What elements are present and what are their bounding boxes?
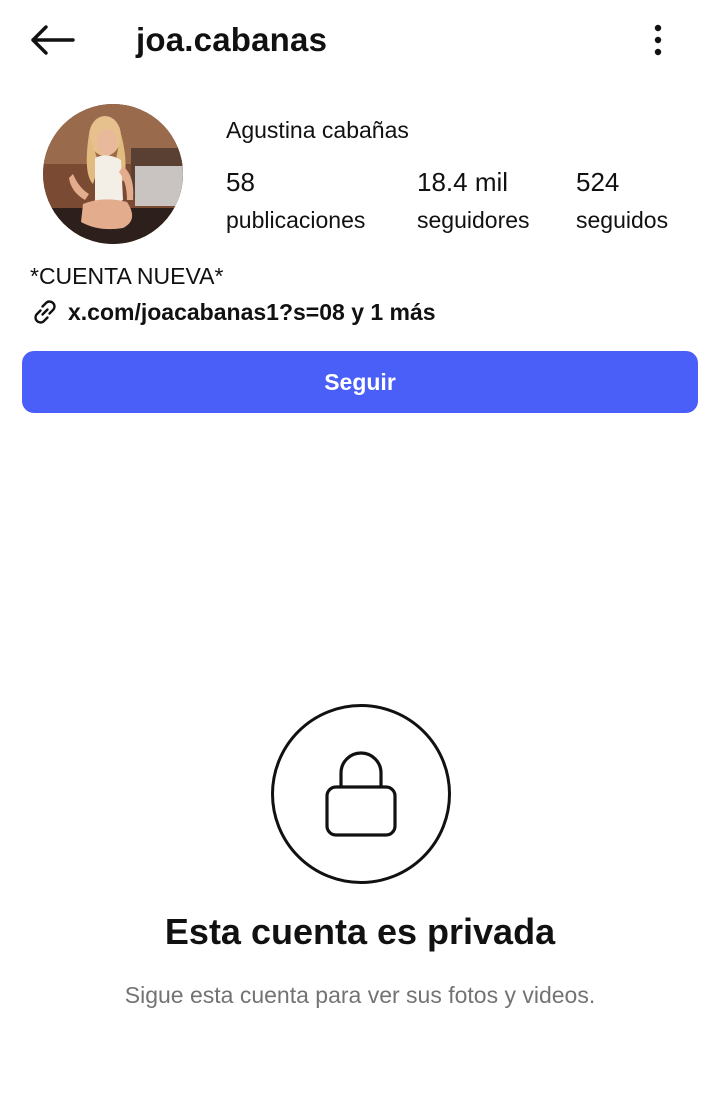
stat-followers-value: 18.4 mil xyxy=(417,167,509,197)
link-icon xyxy=(34,300,56,324)
profile-username: joa.cabanas xyxy=(136,21,328,58)
more-options-button[interactable] xyxy=(636,18,680,62)
profile-link-text: x.com/joacabanas1?s=08 y 1 más xyxy=(68,299,436,325)
stat-posts-label: publicaciones xyxy=(226,207,366,233)
private-account-subtitle: Sigue esta cuenta para ver sus fotos y v… xyxy=(124,982,596,1008)
top-bar: joa.cabanas xyxy=(0,0,720,80)
avatar[interactable] xyxy=(43,104,183,244)
stat-followers[interactable]: 18.4 mil seguidores xyxy=(417,164,530,239)
back-button[interactable] xyxy=(26,18,78,62)
more-vertical-icon xyxy=(654,24,662,56)
stat-following-value: 524 xyxy=(576,167,620,197)
stat-posts-value: 58 xyxy=(226,167,255,197)
profile-link[interactable]: x.com/joacabanas1?s=08 y 1 más xyxy=(30,296,436,328)
stat-following[interactable]: 524 seguidos xyxy=(576,164,668,239)
profile-full-name: Agustina cabañas xyxy=(226,117,409,143)
stat-following-label: seguidos xyxy=(576,207,669,233)
profile-bio: *CUENTA NUEVA* xyxy=(30,263,224,289)
private-account-title: Esta cuenta es privada xyxy=(164,911,556,952)
lock-icon xyxy=(325,751,397,837)
private-lock-circle xyxy=(271,704,451,884)
arrow-left-icon xyxy=(31,25,75,55)
stat-posts[interactable]: 58 publicaciones xyxy=(226,164,365,239)
follow-button[interactable]: Seguir xyxy=(22,351,698,413)
stat-followers-label: seguidores xyxy=(417,207,530,233)
profile-photo xyxy=(43,104,183,244)
